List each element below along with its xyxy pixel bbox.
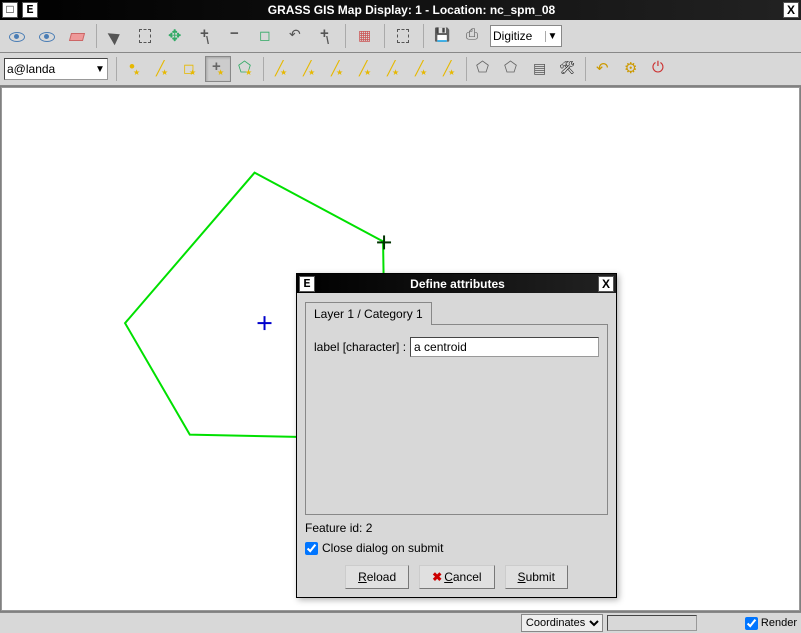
dialog-titlebar: E Define attributes X bbox=[297, 274, 616, 293]
erase-display-button[interactable] bbox=[64, 23, 90, 49]
digitize-line-button[interactable] bbox=[149, 56, 175, 82]
display-cats-button[interactable] bbox=[471, 56, 497, 82]
render-saved-button[interactable] bbox=[34, 23, 60, 49]
submit-button[interactable]: Submit bbox=[505, 565, 568, 589]
save-image-button[interactable] bbox=[430, 23, 456, 49]
view-mode-select[interactable]: ▼ bbox=[490, 25, 562, 47]
query-button[interactable] bbox=[133, 23, 159, 49]
status-mode-select[interactable]: Coordinates bbox=[521, 614, 603, 632]
tab-layer-category[interactable]: Layer 1 / Category 1 bbox=[305, 302, 432, 325]
digitize-point-button[interactable] bbox=[121, 56, 147, 82]
digitize-boundary-button[interactable] bbox=[177, 56, 203, 82]
additional-tools-button[interactable] bbox=[555, 56, 581, 82]
close-window-button[interactable]: X bbox=[783, 2, 799, 18]
zoom-back-button[interactable] bbox=[283, 23, 309, 49]
status-bar: Coordinates Render bbox=[0, 612, 801, 633]
add-vertex-button[interactable] bbox=[296, 56, 322, 82]
zoom-in-button[interactable] bbox=[193, 23, 219, 49]
dialog-title: Define attributes bbox=[317, 277, 598, 291]
close-on-submit-checkbox[interactable] bbox=[305, 542, 318, 555]
label-field-label: label [character] : bbox=[314, 340, 406, 354]
pan-button[interactable] bbox=[163, 23, 189, 49]
feature-id-row: Feature id: 2 bbox=[305, 521, 608, 535]
zoom-map-button[interactable] bbox=[253, 23, 279, 49]
feature-id-label: Feature id: bbox=[305, 521, 362, 535]
pointer-button[interactable] bbox=[103, 23, 129, 49]
render-toggle[interactable]: Render bbox=[745, 617, 797, 630]
digitize-centroid-button[interactable] bbox=[205, 56, 231, 82]
feature-id-value: 2 bbox=[366, 521, 373, 535]
vector-layer-select[interactable]: ▼ bbox=[4, 58, 108, 80]
chevron-down-icon[interactable]: ▼ bbox=[93, 64, 107, 75]
active-vertex-cross bbox=[377, 235, 391, 249]
render-checkbox[interactable] bbox=[745, 617, 758, 630]
dialog-close-button[interactable]: X bbox=[598, 276, 614, 292]
render-map-button[interactable] bbox=[4, 23, 30, 49]
digitizer-toolbar: ▼ bbox=[0, 53, 801, 86]
print-button[interactable] bbox=[460, 23, 486, 49]
app-e-icon[interactable]: E bbox=[22, 2, 38, 18]
edit-line-button[interactable] bbox=[380, 56, 406, 82]
remove-vertex-button[interactable] bbox=[324, 56, 350, 82]
sys-menu-icon[interactable]: □ bbox=[2, 2, 18, 18]
render-label: Render bbox=[761, 617, 797, 629]
label-field-input[interactable] bbox=[410, 337, 599, 357]
dialog-tab-panel: label [character] : bbox=[305, 324, 608, 515]
reload-button[interactable]: RReloadeload bbox=[345, 565, 409, 589]
define-attributes-dialog: E Define attributes X Layer 1 / Category… bbox=[296, 273, 617, 598]
chevron-down-icon[interactable]: ▼ bbox=[545, 31, 559, 42]
undo-button[interactable] bbox=[590, 56, 616, 82]
zoom-menu-button[interactable] bbox=[313, 23, 339, 49]
zoom-out-button[interactable] bbox=[223, 23, 249, 49]
settings-button[interactable] bbox=[618, 56, 644, 82]
move-vertex-button[interactable] bbox=[268, 56, 294, 82]
split-line-button[interactable] bbox=[352, 56, 378, 82]
cancel-icon: ✖ bbox=[432, 570, 442, 584]
coord-display bbox=[607, 615, 697, 631]
display-toolbar: ▼ bbox=[0, 20, 801, 53]
cancel-button[interactable]: ✖Cancel bbox=[419, 565, 494, 589]
overlay-button[interactable] bbox=[391, 23, 417, 49]
quit-digitizer-button[interactable] bbox=[646, 56, 672, 82]
move-feature-button[interactable] bbox=[408, 56, 434, 82]
copy-cats-button[interactable] bbox=[499, 56, 525, 82]
analyze-button[interactable] bbox=[352, 23, 378, 49]
window-title: GRASS GIS Map Display: 1 - Location: nc_… bbox=[40, 3, 783, 17]
main-titlebar: □ E GRASS GIS Map Display: 1 - Location:… bbox=[0, 0, 801, 20]
dialog-e-icon[interactable]: E bbox=[299, 276, 315, 292]
dialog-tab-header: Layer 1 / Category 1 bbox=[305, 301, 608, 324]
delete-feature-button[interactable] bbox=[436, 56, 462, 82]
view-mode-input[interactable] bbox=[493, 29, 545, 43]
digitize-area-button[interactable] bbox=[233, 56, 259, 82]
close-on-submit-toggle[interactable]: Close dialog on submit bbox=[305, 541, 608, 555]
vector-layer-input[interactable] bbox=[5, 62, 93, 76]
centroid-cross bbox=[258, 316, 272, 330]
close-on-submit-label: Close dialog on submit bbox=[322, 541, 443, 555]
display-attr-button[interactable] bbox=[527, 56, 553, 82]
